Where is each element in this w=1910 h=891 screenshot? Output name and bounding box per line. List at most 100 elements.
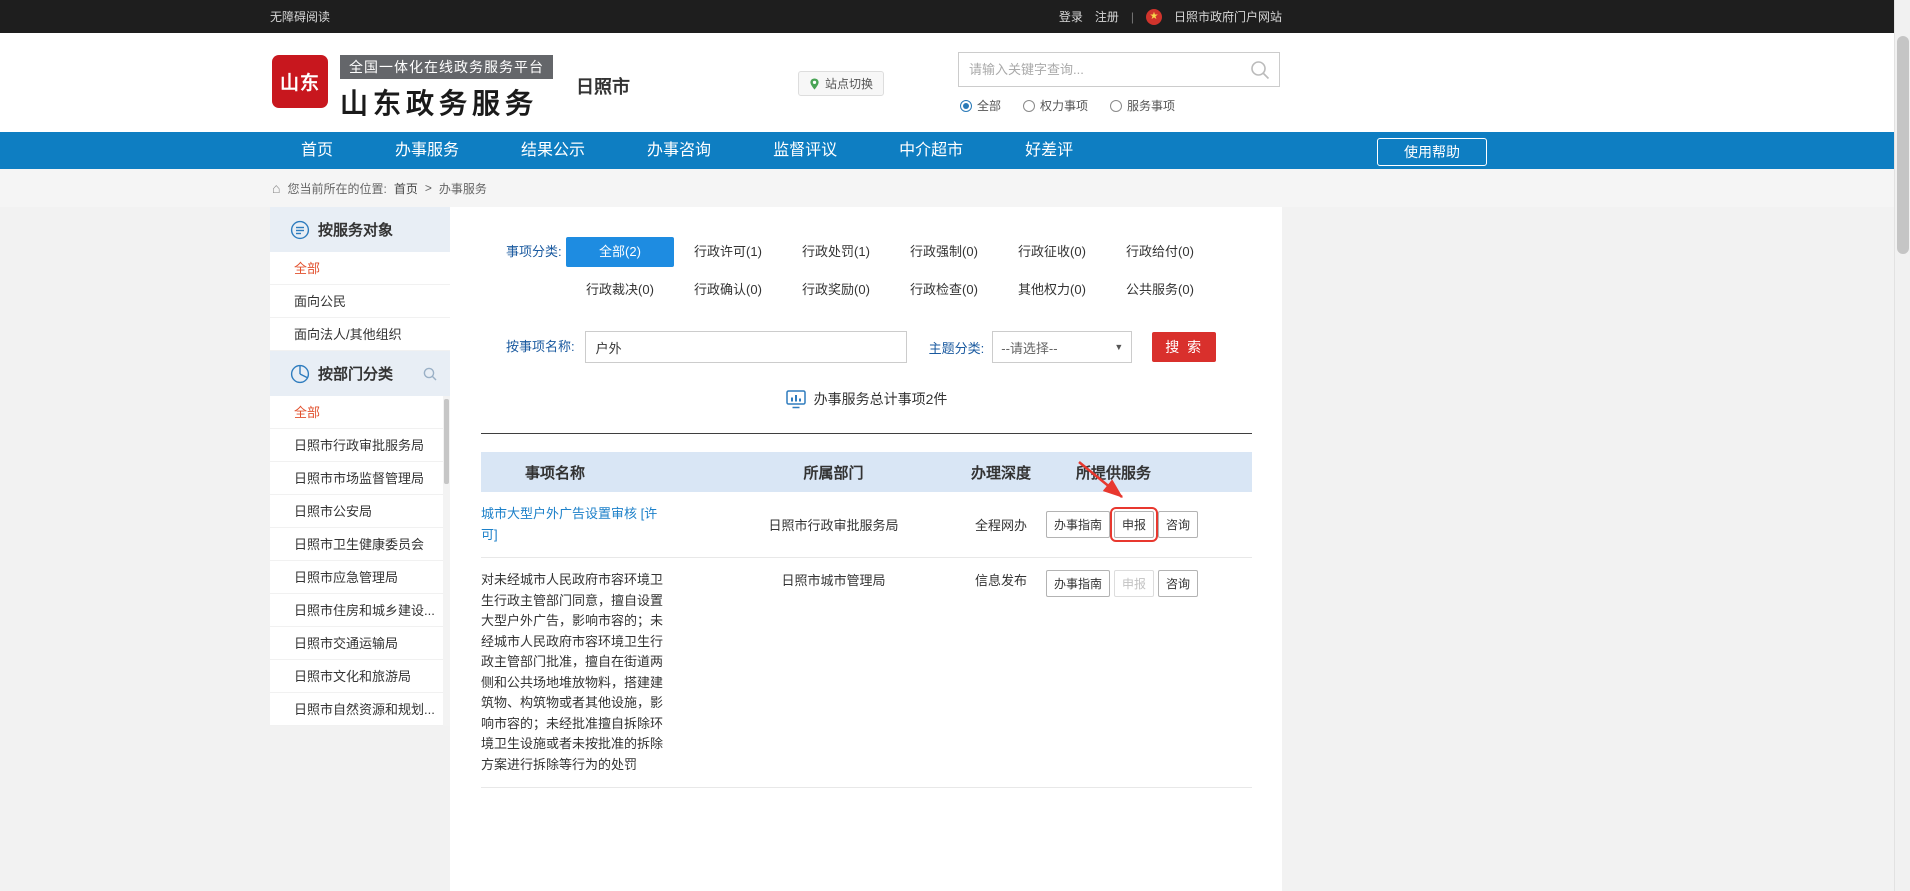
nav-item-supervision[interactable]: 监督评议 (742, 132, 868, 169)
department-title: 按部门分类 (318, 363, 393, 384)
total-count-text: 办事服务总计事项2件 (814, 389, 948, 409)
main-panel: 事项分类: 全部(2) 行政许可(1) 行政处罚(1) 行政强制(0) 行政征收… (450, 207, 1282, 891)
search-icon[interactable] (1249, 59, 1271, 81)
help-button[interactable]: 使用帮助 (1377, 138, 1487, 166)
summary-row: 办事服务总计事项2件 (481, 389, 1252, 409)
consult-button[interactable]: 咨询 (1158, 570, 1198, 597)
item-department: 日照市行政审批服务局 (711, 515, 956, 534)
department-icon (290, 364, 310, 384)
apply-button[interactable]: 申报 (1114, 511, 1154, 538)
breadcrumb-current: 办事服务 (439, 180, 487, 197)
category-tab[interactable]: 公共服务(0) (1106, 275, 1214, 305)
department-item[interactable]: 日照市住房和城乡建设... (270, 594, 450, 627)
item-depth: 信息发布 (956, 570, 1046, 775)
home-icon: ⌂ (272, 181, 280, 195)
sidebar-item-legal-org[interactable]: 面向法人/其他组织 (270, 318, 450, 351)
window-scrollbar[interactable] (1894, 0, 1910, 891)
category-tab[interactable]: 行政检查(0) (890, 275, 998, 305)
search-box (958, 52, 1280, 87)
divider (481, 433, 1252, 434)
site-switch-label: 站点切换 (825, 75, 873, 92)
register-link[interactable]: 注册 (1095, 8, 1119, 25)
nav-item-home[interactable]: 首页 (270, 132, 364, 169)
department-item[interactable]: 日照市自然资源和规划... (270, 693, 450, 726)
department-item[interactable]: 全部 (270, 396, 450, 429)
name-filter-input[interactable] (585, 331, 907, 363)
select-caret-icon: ▼ (1114, 342, 1123, 352)
item-department: 日照市城市管理局 (711, 570, 956, 775)
department-item[interactable]: 日照市公安局 (270, 495, 450, 528)
category-filter-label: 事项分类: (481, 237, 566, 313)
category-tab[interactable]: 行政强制(0) (890, 237, 998, 267)
accessibility-link[interactable]: 无障碍阅读 (270, 8, 330, 25)
department-search-icon[interactable] (422, 366, 438, 382)
nav-item-services[interactable]: 办事服务 (364, 132, 490, 169)
department-item[interactable]: 日照市市场监督管理局 (270, 462, 450, 495)
col-item-name: 事项名称 (481, 462, 711, 483)
service-object-list: 全部 面向公民 面向法人/其他组织 (270, 252, 450, 351)
sidebar-item-all[interactable]: 全部 (270, 252, 450, 285)
category-tab[interactable]: 行政确认(0) (674, 275, 782, 305)
login-link[interactable]: 登录 (1059, 8, 1083, 25)
topbar: 无障碍阅读 登录 注册 | ★ 日照市政府门户网站 (0, 0, 1910, 33)
scope-all[interactable]: 全部 (960, 97, 1001, 114)
category-tab[interactable]: 行政奖励(0) (782, 275, 890, 305)
breadcrumb: ⌂ 您当前所在的位置: 首页 > 办事服务 (0, 169, 1910, 207)
department-item[interactable]: 日照市卫生健康委员会 (270, 528, 450, 561)
name-filter-label: 按事项名称: (481, 331, 575, 363)
nav-item-results[interactable]: 结果公示 (490, 132, 616, 169)
site-switch-button[interactable]: 站点切换 (798, 71, 884, 96)
department-item[interactable]: 日照市文化和旅游局 (270, 660, 450, 693)
department-scrollbar-thumb[interactable] (444, 399, 449, 484)
breadcrumb-prefix: 您当前所在的位置: (287, 180, 386, 197)
topic-filter-label: 主题分类: (929, 338, 985, 357)
table-row: 对未经城市人民政府市容环境卫生行政主管部门同意，擅自设置大型户外广告，影响市容的… (481, 558, 1252, 788)
category-tab[interactable]: 其他权力(0) (998, 275, 1106, 305)
category-tab[interactable]: 行政许可(1) (674, 237, 782, 267)
topic-select-value: --请选择-- (1001, 338, 1057, 357)
header: 山东 全国一体化在线政务服务平台 山东政务服务 日照市 站点切换 (0, 33, 1910, 132)
search-scope-radios: 全部 权力事项 服务事项 (960, 97, 1175, 114)
category-tab[interactable]: 行政裁决(0) (566, 275, 674, 305)
department-scrollbar[interactable] (443, 396, 450, 726)
department-item[interactable]: 日照市应急管理局 (270, 561, 450, 594)
breadcrumb-home-link[interactable]: 首页 (394, 180, 418, 197)
radio-checked-icon (960, 100, 972, 112)
shandong-seal-logo: 山东 (272, 55, 328, 108)
city-name: 日照市 (576, 73, 630, 99)
table-header: 事项名称 所属部门 办理深度 所提供服务 (481, 452, 1252, 492)
portal-link[interactable]: 日照市政府门户网站 (1174, 8, 1282, 25)
page: 无障碍阅读 登录 注册 | ★ 日照市政府门户网站 山东 全国一体化在线政务服务… (0, 0, 1910, 891)
category-tab[interactable]: 行政征收(0) (998, 237, 1106, 267)
window-scrollbar-thumb[interactable] (1897, 36, 1909, 254)
service-object-title: 按服务对象 (318, 219, 393, 240)
search-input[interactable] (959, 62, 1249, 77)
nav-item-intermediary[interactable]: 中介超市 (868, 132, 994, 169)
category-tab[interactable]: 全部(2) (566, 237, 674, 267)
category-tab[interactable]: 行政处罚(1) (782, 237, 890, 267)
consult-button[interactable]: 咨询 (1158, 511, 1198, 538)
sidebar-item-citizen[interactable]: 面向公民 (270, 285, 450, 318)
topic-select[interactable]: --请选择-- ▼ (992, 331, 1132, 363)
department-item[interactable]: 日照市行政审批服务局 (270, 429, 450, 462)
service-object-icon (290, 220, 310, 240)
platform-badge: 全国一体化在线政务服务平台 (340, 55, 553, 79)
category-tab[interactable]: 行政给付(0) (1106, 237, 1214, 267)
nav-item-consult[interactable]: 办事咨询 (616, 132, 742, 169)
guide-button[interactable]: 办事指南 (1046, 570, 1110, 597)
topbar-divider: | (1131, 10, 1134, 24)
guide-button[interactable]: 办事指南 (1046, 511, 1110, 538)
scope-all-label: 全部 (977, 97, 1001, 114)
results-table: 事项名称 所属部门 办理深度 所提供服务 城市大型户外广告设置审核 [许可] 日… (481, 452, 1252, 788)
brand-title: 山东政务服务 (340, 82, 553, 122)
nav-item-review[interactable]: 好差评 (994, 132, 1104, 169)
scope-power-items[interactable]: 权力事项 (1023, 97, 1088, 114)
department-item[interactable]: 日照市交通运输局 (270, 627, 450, 660)
radio-icon (1023, 100, 1035, 112)
search-submit-button[interactable]: 搜 索 (1152, 332, 1216, 362)
col-services: 所提供服务 (1046, 462, 1252, 483)
item-name-link[interactable]: 城市大型户外广告设置审核 [许可] (481, 506, 657, 542)
scope-service-items[interactable]: 服务事项 (1110, 97, 1175, 114)
department-header: 按部门分类 (270, 351, 450, 396)
site-logo[interactable]: 山东 全国一体化在线政务服务平台 山东政务服务 (272, 55, 553, 122)
